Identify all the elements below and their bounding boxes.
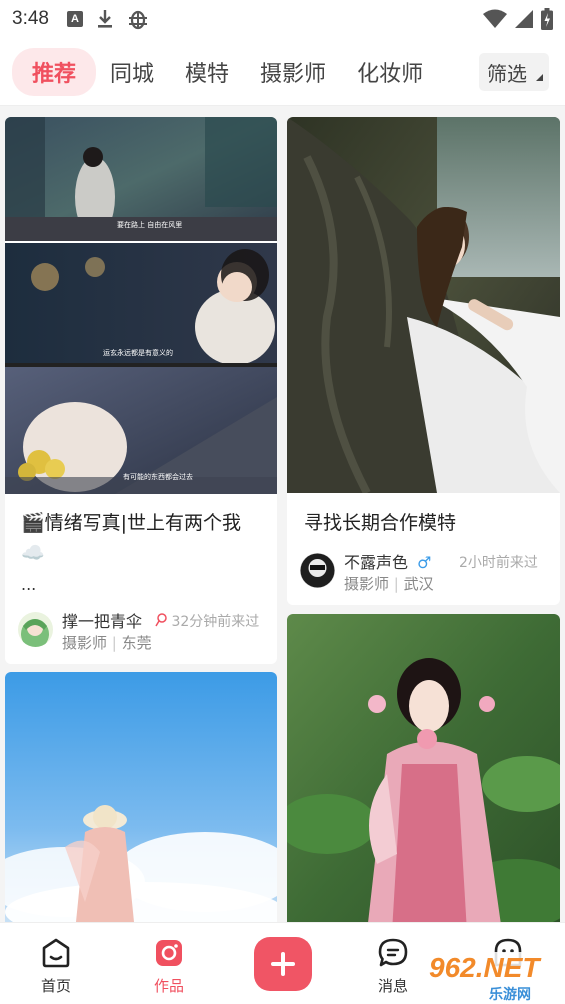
post-title-line2: ☁️ (21, 542, 45, 564)
nav-works[interactable]: 作品 (129, 923, 209, 1004)
status-time: 3:48 (12, 8, 49, 29)
nav-messages[interactable]: 消息 (353, 923, 433, 1004)
post-title-line1: 🎬情绪写真|世上有两个我 (21, 512, 242, 534)
watermark-text: 962.NET (429, 952, 540, 983)
avatar[interactable] (18, 612, 53, 647)
image-caption-1: 要在路上 自由在风里 (117, 220, 182, 229)
post-card[interactable] (5, 672, 277, 932)
plus-icon (271, 952, 295, 976)
image-caption-2: 运玄永远都是有意义的 (103, 348, 173, 357)
post-image-collage: 要在路上 自由在风里 运玄永远都是有意义的 有可能的东西都会过去 (5, 117, 277, 494)
last-seen-text: 32分钟前来过 (171, 614, 260, 630)
author-info: 撑一把青伞 摄影师 | 东莞 (62, 612, 152, 654)
author-info: 不露声色 ♂ 摄影师 | 武汉 (344, 553, 434, 595)
last-seen-time: 2小时前来过 (459, 555, 538, 571)
status-icons-right (483, 8, 553, 30)
post-image (287, 614, 560, 932)
wifi-icon (483, 9, 507, 28)
tab-makeup-artists[interactable]: 化妆师 (357, 56, 423, 88)
author-meta: 摄影师 | 东莞 (62, 632, 152, 654)
category-tabs: 推荐 同城 模特 摄影师 化妆师 筛选 (0, 38, 565, 106)
nav-works-label: 作品 (153, 977, 184, 995)
post-image (5, 672, 277, 932)
author-city: 东莞 (121, 634, 152, 652)
post-title: 寻找长期合作模特 (304, 512, 457, 534)
author-role: 摄影师 (344, 575, 390, 593)
post-card[interactable]: 寻找长期合作模特 不露声色 ♂ 摄影师 | 武汉 2小时前来过 (287, 117, 560, 605)
app-root: 3:48 A 推荐 同城 模特 摄影师 化妆师 筛选 要在路上 自由在风里 运玄… (0, 0, 565, 1004)
footprint-icon (155, 613, 167, 627)
download-icon (97, 10, 112, 28)
author-name: 不露声色 ♂ (344, 553, 434, 573)
author-row[interactable]: 不露声色 ♂ 摄影师 | 武汉 (300, 553, 434, 595)
chat-bubble-icon (378, 938, 408, 967)
male-icon: ♂ (417, 553, 432, 572)
tab-photographers[interactable]: 摄影师 (260, 56, 326, 88)
publish-button[interactable] (254, 937, 312, 991)
author-city: 武汉 (403, 575, 434, 593)
last-seen-time: 32分钟前来过 (155, 611, 259, 631)
status-bar: 3:48 A (0, 0, 565, 38)
author-role: 摄影师 (62, 634, 108, 652)
status-icons-left: A (66, 8, 149, 30)
post-card[interactable] (287, 614, 560, 932)
nav-messages-label: 消息 (377, 977, 408, 995)
battery-icon (541, 8, 553, 30)
watermark-subtext: 乐游网 (489, 987, 531, 1003)
meta-divider: | (393, 575, 404, 593)
tab-models[interactable]: 模特 (185, 56, 229, 88)
author-meta: 摄影师 | 武汉 (344, 573, 434, 595)
notification-a-icon: A (66, 11, 83, 27)
post-image (287, 117, 560, 493)
avatar[interactable] (300, 553, 335, 588)
home-face-icon (42, 938, 70, 968)
post-card[interactable]: 要在路上 自由在风里 运玄永远都是有意义的 有可能的东西都会过去 🎬情绪写真|世… (5, 117, 277, 664)
author-name-text: 不露声色 (344, 553, 409, 572)
bug-icon (128, 10, 147, 30)
watermark-logo: 962.NET 乐游网 (425, 952, 565, 1004)
author-row[interactable]: 撑一把青伞 摄影师 | 东莞 (18, 612, 152, 654)
tab-same-city[interactable]: 同城 (110, 56, 154, 88)
image-caption-3: 有可能的东西都会过去 (123, 472, 193, 481)
author-name: 撑一把青伞 (62, 612, 143, 631)
filter-button[interactable]: 筛选 (479, 53, 549, 91)
nav-home-label: 首页 (40, 977, 71, 995)
filter-triangle-icon (536, 74, 543, 81)
signal-icon (515, 10, 533, 28)
camera-icon (156, 940, 182, 966)
post-title-ellipsis: ... (21, 575, 37, 594)
meta-divider: | (111, 634, 122, 652)
tab-recommend[interactable]: 推荐 (12, 47, 97, 96)
filter-label: 筛选 (487, 61, 527, 86)
nav-home[interactable]: 首页 (16, 923, 96, 1004)
post-title: 🎬情绪写真|世上有两个我 ☁️ (21, 508, 269, 568)
